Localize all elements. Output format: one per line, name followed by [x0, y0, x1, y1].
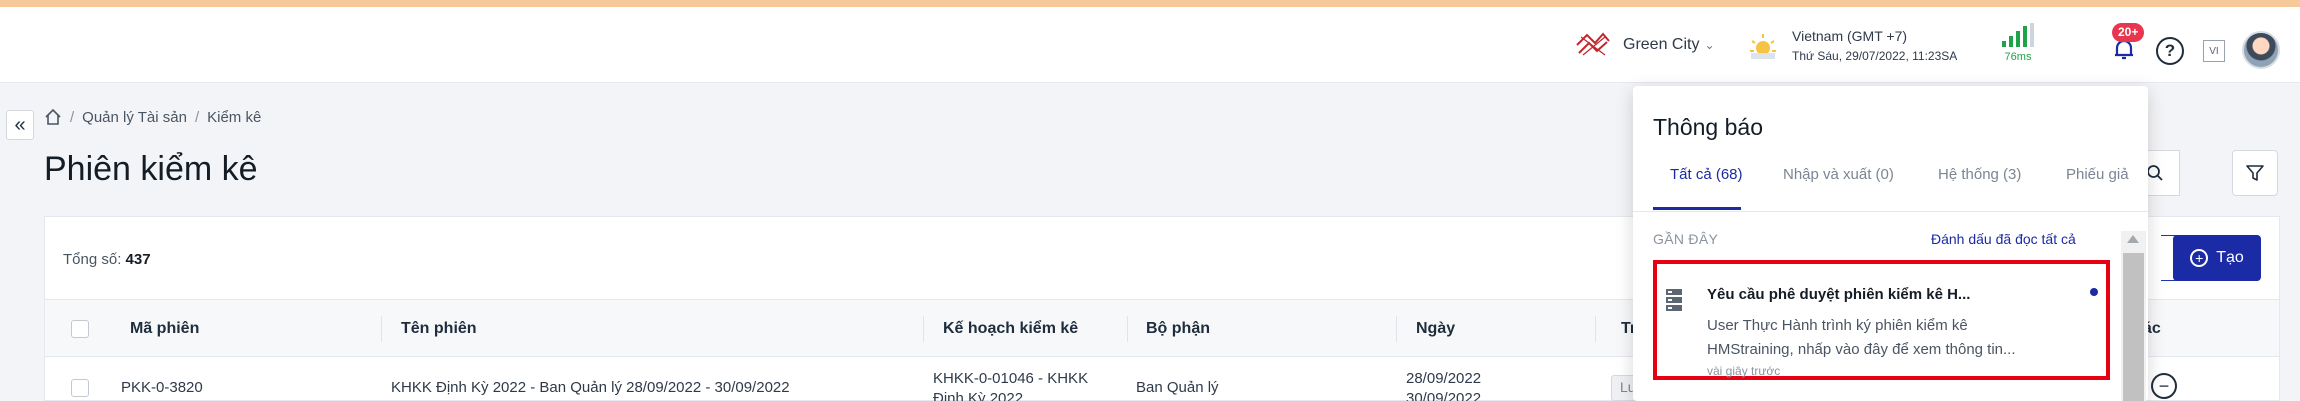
search-icon [2146, 165, 2163, 181]
breadcrumb-inventory: Kiểm kê [207, 108, 262, 126]
row-date: 28/09/2022 [1406, 370, 1482, 387]
column-inventory-plan[interactable]: Kế hoạch kiểm kê [943, 320, 1078, 338]
top-accent-strip [0, 0, 2300, 7]
timezone-label: Vietnam (GMT +7) [1792, 28, 1908, 44]
page-title: Phiên kiểm kê [44, 150, 258, 188]
breadcrumb: / Quản lý Tài sản / Kiểm kê [44, 108, 261, 126]
remove-circle-icon[interactable]: − [2151, 373, 2177, 399]
user-avatar[interactable] [2242, 31, 2280, 69]
chevron-down-icon: ⌄ [1704, 38, 1715, 52]
row-department: Ban Quản lý [1136, 379, 1219, 396]
notification-scrollbar[interactable] [2121, 231, 2146, 401]
total-label: Tổng số: [63, 251, 122, 268]
sun-icon [1750, 34, 1776, 59]
column-session-code[interactable]: Mã phiên [130, 320, 199, 338]
tab-vouchers[interactable]: Phiếu giả [2066, 166, 2129, 183]
column-department[interactable]: Bộ phận [1146, 320, 1210, 338]
scrollbar-thumb[interactable] [2123, 253, 2144, 401]
breadcrumb-asset-management[interactable]: Quản lý Tài sản [82, 109, 187, 126]
total-value: 437 [125, 251, 151, 268]
tab-all[interactable]: Tất cả (68) [1670, 166, 1743, 183]
notification-badge: 20+ [2112, 23, 2145, 42]
help-icon[interactable]: ? [2156, 37, 2184, 65]
notification-item[interactable]: Yêu cầu phê duyệt phiên kiểm kê H... Use… [1653, 260, 2110, 380]
row-session-code[interactable]: PKK-0-3820 [121, 379, 203, 396]
filter-button[interactable] [2232, 150, 2278, 196]
scroll-up-icon[interactable] [2127, 235, 2139, 243]
notification-panel: Thông báo Tất cả (68) Nhập và xuất (0) H… [1633, 86, 2148, 401]
project-selector[interactable]: Green City ⌄ [1575, 29, 1715, 61]
row-date-line2: 30/09/2022 [1406, 390, 1482, 401]
project-logo-icon [1576, 32, 1610, 56]
breadcrumb-separator: / [194, 108, 200, 126]
select-all-checkbox[interactable] [71, 320, 89, 338]
filter-icon [2246, 165, 2264, 181]
plus-icon: + [2190, 249, 2209, 267]
row-plan-line2: Định Kỳ 2022 [933, 390, 1024, 401]
mark-all-read-link[interactable]: Đánh dấu đã đọc tất cả [1931, 231, 2076, 247]
home-icon[interactable] [44, 108, 62, 126]
recent-section-label: GẦN ĐÂY [1653, 231, 1719, 247]
tab-system[interactable]: Hệ thống (3) [1938, 166, 2021, 183]
notification-item-title: Yêu cầu phê duyệt phiên kiểm kê H... [1707, 286, 1971, 303]
active-tab-indicator [1653, 207, 1741, 210]
notification-item-body: User Thực Hành trình ký phiên kiểm kê HM… [1707, 317, 2016, 358]
language-switch[interactable]: VI [2203, 40, 2225, 62]
top-bar: Green City ⌄ Vietnam (GMT +7) Thứ Sáu, 2… [0, 7, 2300, 83]
network-status: 76ms [2002, 23, 2034, 63]
notification-tabs: Tất cả (68) Nhập và xuất (0) Hệ thống (3… [1633, 166, 2148, 212]
row-plan: KHKK-0-01046 - KHKK [933, 370, 1089, 387]
unread-dot [2090, 288, 2098, 296]
datetime-label: Thứ Sáu, 29/07/2022, 11:23SA [1792, 49, 1958, 63]
total-count: Tổng số: 437 [63, 251, 151, 268]
tab-import-export[interactable]: Nhập và xuất (0) [1783, 166, 1894, 183]
breadcrumb-separator: / [70, 108, 75, 126]
server-icon [1666, 289, 1682, 311]
row-checkbox[interactable] [71, 379, 89, 397]
column-date[interactable]: Ngày [1416, 320, 1455, 338]
column-session-name[interactable]: Tên phiên [401, 320, 477, 338]
notification-item-time: vài giây trước [1707, 364, 1781, 378]
weather-widget: Vietnam (GMT +7) Thứ Sáu, 29/07/2022, 11… [1748, 23, 1957, 69]
project-name: Green City [1623, 36, 1700, 53]
create-button[interactable]: + Tạo [2173, 235, 2261, 281]
collapse-sidebar-button[interactable]: « [6, 110, 34, 140]
notification-title: Thông báo [1653, 114, 1763, 140]
row-session-name: KHKK Định Kỳ 2022 - Ban Quản lý 28/09/20… [391, 379, 790, 396]
latency-label: 76ms [2004, 51, 2032, 63]
create-label: Tạo [2216, 249, 2244, 266]
signal-icon [2002, 23, 2034, 47]
